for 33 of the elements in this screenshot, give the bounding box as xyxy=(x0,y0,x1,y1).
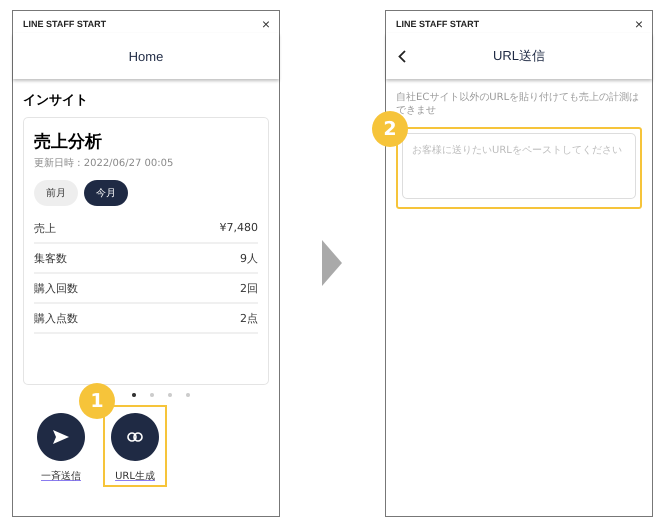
metric-value: 9人 xyxy=(240,251,258,266)
metric-label: 購入点数 xyxy=(34,311,78,326)
app-title: LINE STAFF START xyxy=(23,19,106,29)
action-link[interactable]: URL生成 xyxy=(115,469,155,483)
page-dot[interactable] xyxy=(150,393,154,397)
action-link[interactable]: 一斉送信 xyxy=(41,469,81,483)
nav-title: URL送信 xyxy=(492,47,545,65)
section-title: インサイト xyxy=(23,92,89,109)
page-dot[interactable] xyxy=(132,393,136,397)
card-title: 売上分析 xyxy=(34,131,103,153)
arrow-icon xyxy=(322,240,342,286)
period-tab[interactable]: 前月 xyxy=(34,180,78,206)
link-icon xyxy=(127,432,143,442)
nav-title: Home xyxy=(128,48,164,64)
metric-value: 2点 xyxy=(240,311,258,326)
app-title: LINE STAFF START xyxy=(396,19,480,29)
metric-value: 2回 xyxy=(240,281,258,296)
back-icon[interactable] xyxy=(398,50,406,63)
metric-label: 購入回数 xyxy=(34,281,78,296)
close-button[interactable]: × xyxy=(262,17,270,31)
close-button[interactable]: × xyxy=(634,17,643,31)
page-dot[interactable] xyxy=(168,393,172,397)
send-icon xyxy=(53,430,69,444)
metric-label: 売上 xyxy=(34,221,56,236)
metric-value: ¥7,480 xyxy=(220,221,258,236)
send-button[interactable] xyxy=(37,413,85,461)
period-tab[interactable]: 今月 xyxy=(84,180,128,206)
metric-label: 集客数 xyxy=(34,251,67,266)
page-dot[interactable] xyxy=(186,393,190,397)
url-input-field[interactable]: お客様に送りたいURLをペーストしてください xyxy=(402,133,636,199)
step-badge: 1 xyxy=(79,383,115,419)
link-button[interactable] xyxy=(111,413,159,461)
updated-time: 更新日時 : 2022/06/27 00:05 xyxy=(34,156,174,170)
